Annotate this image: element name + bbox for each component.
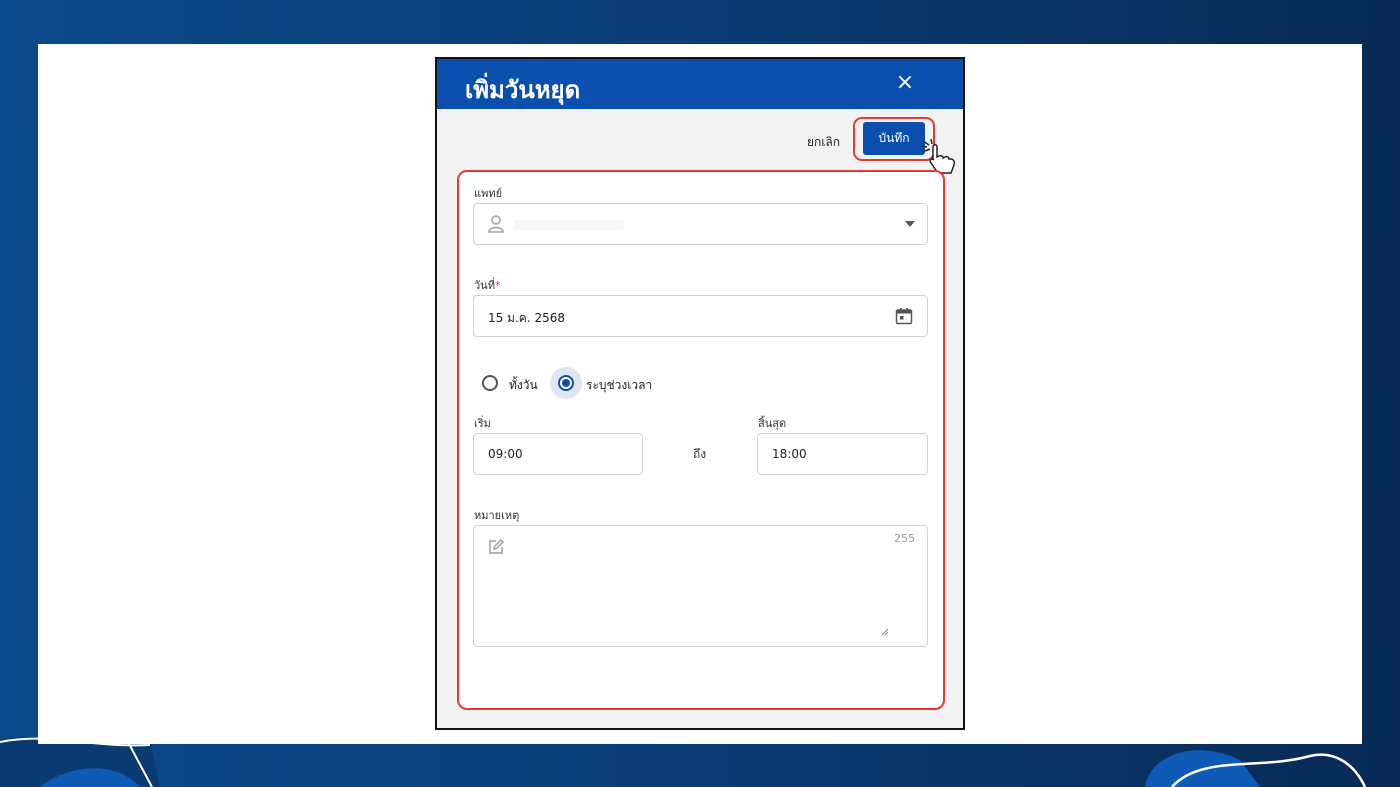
doctor-select[interactable] <box>473 203 928 245</box>
note-textarea[interactable]: 255 <box>473 525 928 647</box>
save-button[interactable]: บันทึก <box>863 122 925 155</box>
date-field[interactable]: 15 ม.ค. 2568 <box>473 295 928 337</box>
start-time-input[interactable]: 09:00 <box>473 433 643 475</box>
doctor-value <box>514 220 624 230</box>
to-label: ถึง <box>693 447 707 461</box>
note-label: หมายเหตุ <box>474 509 520 522</box>
holiday-form: แพทย์ วันที่* 15 ม.ค. 2568 ทั้งวัน ระบุช… <box>457 170 945 710</box>
start-time-value: 09:00 <box>488 447 523 461</box>
add-holiday-dialog: เพิ่มวันหยุด × ยกเลิก บันทึก แพทย์ วันที… <box>435 57 965 730</box>
cancel-button[interactable]: ยกเลิก <box>807 133 840 152</box>
end-time-value: 18:00 <box>772 447 807 461</box>
edit-icon <box>489 538 505 554</box>
start-label: เริ่ม <box>474 417 491 430</box>
dialog-header: เพิ่มวันหยุด × <box>437 59 963 109</box>
resize-handle-icon[interactable] <box>881 628 889 636</box>
close-icon[interactable]: × <box>891 69 919 97</box>
radio-time-range[interactable] <box>558 375 574 391</box>
char-counter: 255 <box>894 532 915 545</box>
user-icon <box>488 215 504 233</box>
radio-all-day-label: ทั้งวัน <box>509 378 538 392</box>
caret-down-icon <box>905 221 915 227</box>
calendar-icon[interactable] <box>895 307 913 325</box>
date-value: 15 ม.ค. 2568 <box>488 311 566 325</box>
radio-all-day[interactable] <box>482 375 498 391</box>
doctor-label: แพทย์ <box>474 187 503 200</box>
end-label: สิ้นสุด <box>758 417 787 430</box>
dialog-title: เพิ่มวันหยุด <box>465 76 581 104</box>
radio-time-range-label: ระบุช่วงเวลา <box>586 378 653 392</box>
date-label: วันที่* <box>474 279 501 292</box>
end-time-input[interactable]: 18:00 <box>757 433 928 475</box>
